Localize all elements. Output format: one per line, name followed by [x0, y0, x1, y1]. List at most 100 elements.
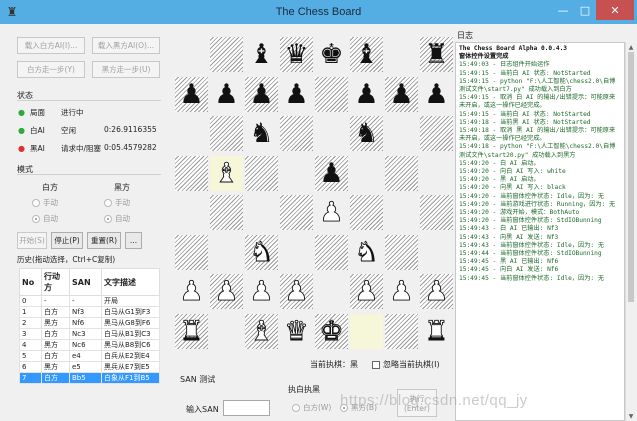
white-rook-icon[interactable]: ♜ — [179, 317, 204, 345]
board-square-e5[interactable]: ♟ — [315, 155, 348, 191]
board-square-h8[interactable]: ♜ — [420, 37, 453, 72]
reset-button[interactable]: 重置(R) — [87, 232, 121, 249]
scroll-up-icon[interactable]: ▲ — [626, 42, 636, 52]
board-square-h4[interactable] — [420, 195, 453, 230]
ignore-turn-checkbox[interactable]: 忽略当前执棋(I) — [372, 359, 440, 370]
board-square-f4[interactable] — [350, 195, 383, 230]
black-step-button[interactable]: 黑方走一步(U) — [92, 61, 160, 78]
board-square-d2[interactable]: ♟ — [280, 274, 313, 309]
more-button[interactable]: ... — [125, 232, 142, 249]
board-square-a4[interactable] — [175, 195, 208, 230]
black-queen-icon[interactable]: ♛ — [284, 41, 308, 68]
board-square-f1[interactable] — [350, 313, 383, 349]
white-pawn-icon[interactable]: ♟ — [424, 278, 449, 306]
board-square-a1[interactable]: ♜ — [175, 313, 208, 349]
board-square-g3[interactable] — [385, 234, 418, 270]
board-square-e7[interactable] — [315, 76, 348, 112]
white-queen-icon[interactable]: ♛ — [284, 317, 309, 345]
exec-white-radio[interactable]: 白方(W) — [292, 402, 331, 413]
board-square-a8[interactable] — [175, 37, 208, 72]
board-square-a5[interactable] — [175, 155, 208, 191]
board-square-c1[interactable]: ♝ — [245, 313, 278, 349]
white-pawn-icon[interactable]: ♟ — [179, 278, 204, 306]
board-square-d6[interactable] — [280, 116, 313, 151]
board-square-a6[interactable] — [175, 116, 208, 151]
board-square-h7[interactable]: ♟ — [420, 76, 453, 112]
history-column-header[interactable]: 行动方 — [41, 268, 70, 296]
white-knight-icon[interactable]: ♞ — [354, 238, 379, 266]
black-pawn-icon[interactable]: ♟ — [354, 81, 378, 108]
scroll-down-icon[interactable]: ▼ — [626, 411, 636, 421]
black-knight-icon[interactable]: ♞ — [249, 120, 273, 147]
black-bishop-icon[interactable]: ♝ — [249, 41, 273, 68]
san-input[interactable] — [223, 400, 270, 416]
table-row[interactable]: 1 白方 Nf3 白马从G1到F3 — [19, 306, 160, 318]
board-square-g2[interactable]: ♟ — [385, 274, 418, 309]
black-knight-icon[interactable]: ♞ — [354, 120, 378, 147]
table-row[interactable]: 0- - 开局 — [19, 295, 160, 307]
board-square-d1[interactable]: ♛ — [280, 313, 313, 349]
start-button[interactable]: 开始(S) — [17, 232, 47, 249]
board-square-d3[interactable] — [280, 234, 313, 270]
board-square-d4[interactable] — [280, 195, 313, 230]
board-square-f2[interactable]: ♟ — [350, 274, 383, 309]
board-square-g1[interactable] — [385, 313, 418, 349]
board-square-h5[interactable] — [420, 155, 453, 191]
board-square-b5[interactable]: ♝ — [210, 155, 243, 191]
board-square-c4[interactable] — [245, 195, 278, 230]
board-square-f3[interactable]: ♞ — [350, 234, 383, 270]
white-pawn-icon[interactable]: ♟ — [319, 199, 344, 227]
board-square-c5[interactable] — [245, 155, 278, 191]
board-square-b4[interactable] — [210, 195, 243, 230]
board-square-h2[interactable]: ♟ — [420, 274, 453, 309]
board-square-c7[interactable]: ♟ — [245, 76, 278, 112]
black-pawn-icon[interactable]: ♟ — [424, 81, 448, 108]
history-column-header[interactable]: 文字描述 — [101, 268, 160, 296]
white-pawn-icon[interactable]: ♟ — [214, 278, 239, 306]
board-square-e4[interactable]: ♟ — [315, 195, 348, 230]
board-square-a3[interactable] — [175, 234, 208, 270]
white-manual-radio[interactable]: 手动 — [32, 197, 58, 208]
minimize-button[interactable]: — — [552, 0, 574, 20]
load-black-ai-button[interactable]: 载入黑方AI(O)... — [92, 37, 160, 54]
board-square-b2[interactable]: ♟ — [210, 274, 243, 309]
board-square-h1[interactable]: ♜ — [420, 313, 453, 349]
board-square-d5[interactable] — [280, 155, 313, 191]
board-square-e6[interactable] — [315, 116, 348, 151]
black-pawn-icon[interactable]: ♟ — [249, 81, 273, 108]
history-column-header[interactable]: No — [19, 268, 42, 296]
stop-button[interactable]: 停止(P) — [51, 232, 83, 249]
board-square-h3[interactable] — [420, 234, 453, 270]
white-pawn-icon[interactable]: ♟ — [284, 278, 309, 306]
board-square-c3[interactable]: ♞ — [245, 234, 278, 270]
black-auto-radio[interactable]: 自动 — [104, 213, 130, 224]
white-pawn-icon[interactable]: ♟ — [354, 278, 379, 306]
history-column-header[interactable]: SAN — [69, 268, 102, 296]
board-square-g5[interactable] — [385, 155, 418, 191]
board-square-b7[interactable]: ♟ — [210, 76, 243, 112]
white-step-button[interactable]: 白方走一步(Y) — [17, 61, 85, 78]
board-square-e3[interactable] — [315, 234, 348, 270]
board-square-e2[interactable] — [315, 274, 348, 309]
table-row[interactable]: 7 白方 Bb5 白象从F1到B5 — [19, 372, 160, 384]
board-square-b3[interactable] — [210, 234, 243, 270]
black-pawn-icon[interactable]: ♟ — [214, 81, 238, 108]
black-pawn-icon[interactable]: ♟ — [179, 81, 203, 108]
board-square-g6[interactable] — [385, 116, 418, 151]
black-king-icon[interactable]: ♚ — [319, 41, 343, 68]
log-textbox[interactable]: The Chess Board Alpha 0.0.4.3 窗体控件设置完成 15:… — [455, 42, 625, 421]
board-square-g7[interactable]: ♟ — [385, 76, 418, 112]
black-manual-radio[interactable]: 手动 — [104, 197, 130, 208]
board-square-f7[interactable]: ♟ — [350, 76, 383, 112]
history-table[interactable]: No 行动方 SAN 文字描述 0- - 开局 1 白方 Nf3 白马从G1到F3 2 黑方 Nf6 黑马… — [19, 268, 160, 384]
board-square-e1[interactable]: ♚ — [315, 313, 348, 349]
black-pawn-icon[interactable]: ♟ — [389, 81, 413, 108]
table-row[interactable]: 6 黑方 e5 黑兵从E7到E5 — [19, 361, 160, 373]
log-scrollbar[interactable]: ▲ ▼ — [625, 42, 635, 421]
board-square-f8[interactable]: ♝ — [350, 37, 383, 72]
table-row[interactable]: 3 白方 Nc3 白马从B1到C3 — [19, 328, 160, 340]
black-bishop-icon[interactable]: ♝ — [354, 41, 378, 68]
white-knight-icon[interactable]: ♞ — [249, 238, 274, 266]
board-square-c8[interactable]: ♝ — [245, 37, 278, 72]
white-pawn-icon[interactable]: ♟ — [389, 278, 414, 306]
